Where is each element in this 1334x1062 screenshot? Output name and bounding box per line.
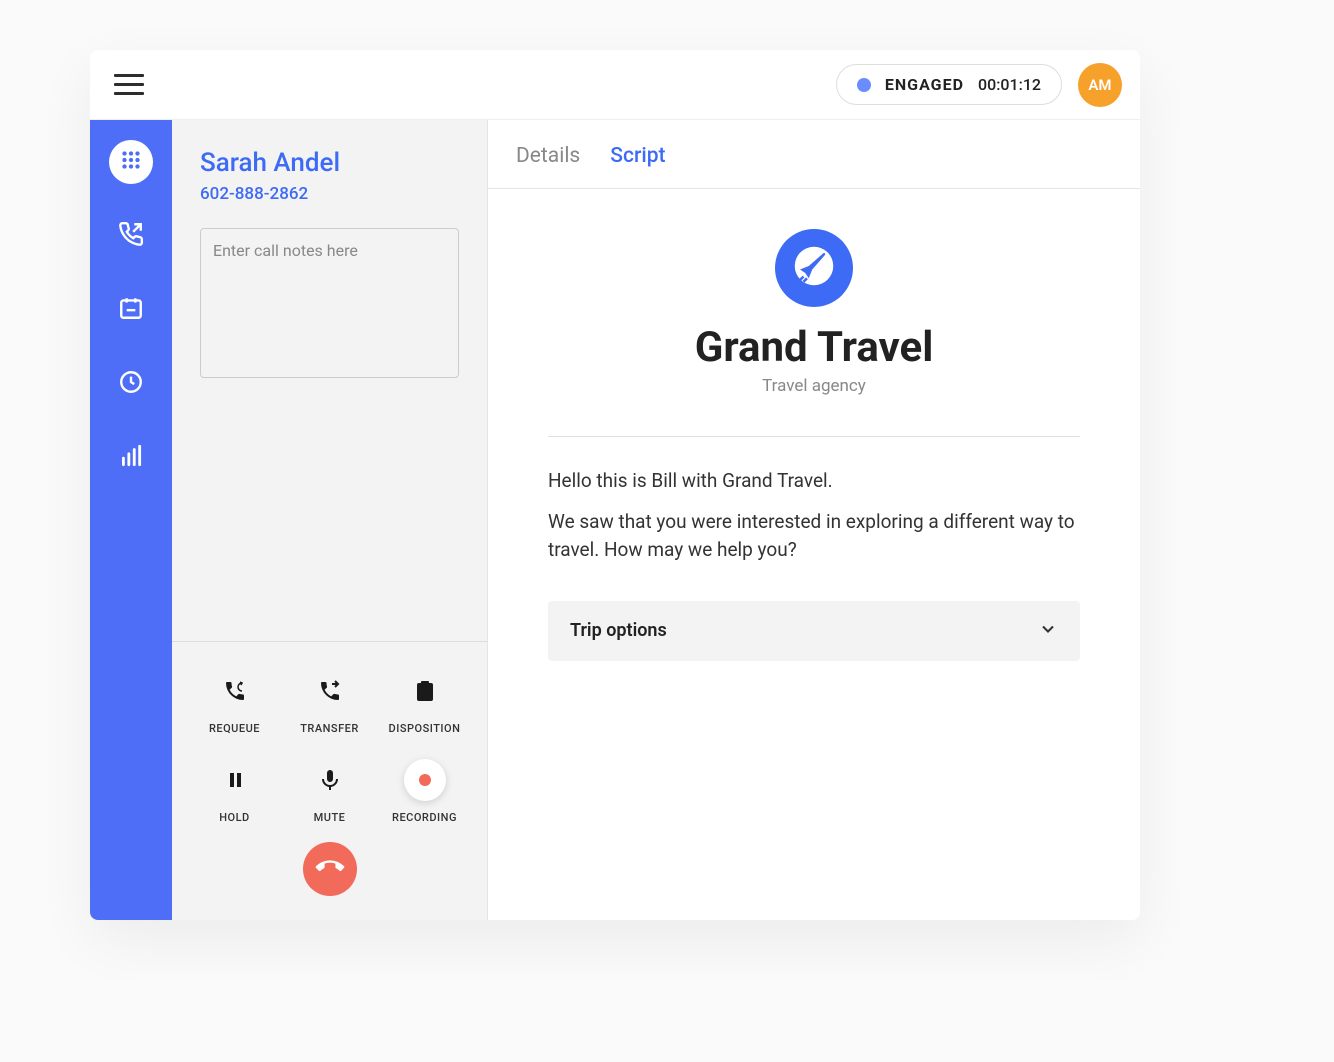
company-subtitle: Travel agency [548, 376, 1080, 396]
tabs: Details Script [488, 120, 1140, 189]
call-controls: REQUEUE TRANSFER DISPOSITION [172, 641, 487, 920]
status-label: ENGAGED [885, 75, 964, 94]
script-line-1: Hello this is Bill with Grand Travel. [548, 467, 1080, 496]
accordion-title: Trip options [570, 620, 667, 641]
requeue-label: REQUEUE [209, 722, 260, 735]
company-logo [775, 229, 853, 307]
transfer-icon [309, 670, 351, 712]
tab-details[interactable]: Details [516, 144, 580, 168]
main-content: Details Script Grand Travel Travel agenc… [488, 120, 1140, 920]
call-notes-input[interactable] [200, 228, 459, 378]
avatar[interactable]: AM [1078, 63, 1122, 107]
sidebar-item-dialpad[interactable] [109, 140, 153, 184]
phone-hangup-icon [316, 853, 344, 885]
menu-button[interactable] [108, 68, 150, 101]
sidebar-item-stats[interactable] [109, 436, 153, 480]
hold-button[interactable]: HOLD [192, 759, 277, 824]
mute-label: MUTE [314, 811, 346, 824]
hangup-button[interactable] [303, 842, 357, 896]
hold-label: HOLD [219, 811, 250, 824]
header: ENGAGED 00:01:12 AM [90, 50, 1140, 120]
script-line-2: We saw that you were interested in explo… [548, 508, 1080, 565]
status-dot-icon [857, 78, 871, 92]
recording-label: RECORDING [392, 811, 457, 824]
app-window: ENGAGED 00:01:12 AM [90, 50, 1140, 920]
microphone-icon [309, 759, 351, 801]
script-text: Hello this is Bill with Grand Travel. We… [548, 467, 1080, 565]
sidebar [90, 120, 172, 920]
dialpad-icon [118, 147, 144, 177]
sidebar-item-outbound[interactable] [109, 214, 153, 258]
requeue-icon [214, 670, 256, 712]
caller-phone: 602-888-2862 [200, 184, 459, 204]
pause-icon [214, 759, 256, 801]
disposition-button[interactable]: DISPOSITION [382, 670, 467, 735]
header-right: ENGAGED 00:01:12 AM [836, 63, 1122, 107]
caller-name: Sarah Andel [200, 148, 459, 178]
tab-script[interactable]: Script [610, 144, 665, 168]
plane-icon [793, 245, 835, 291]
clipboard-icon [404, 670, 446, 712]
call-timer: 00:01:12 [978, 75, 1041, 94]
clock-icon [118, 369, 144, 399]
record-icon [404, 759, 446, 801]
chevron-down-icon [1038, 619, 1058, 643]
recording-button[interactable]: RECORDING [382, 759, 467, 824]
status-pill[interactable]: ENGAGED 00:01:12 [836, 64, 1062, 105]
bar-chart-icon [118, 443, 144, 473]
script-body: Grand Travel Travel agency Hello this is… [488, 189, 1140, 701]
transfer-button[interactable]: TRANSFER [287, 670, 372, 735]
call-panel: Sarah Andel 602-888-2862 REQUEUE [172, 120, 488, 920]
company-header: Grand Travel Travel agency [548, 229, 1080, 396]
transfer-label: TRANSFER [300, 722, 359, 735]
divider [548, 436, 1080, 437]
sidebar-item-history[interactable] [109, 362, 153, 406]
call-info: Sarah Andel 602-888-2862 [172, 120, 487, 641]
disposition-label: DISPOSITION [389, 722, 461, 735]
phone-outgoing-icon [118, 221, 144, 251]
calendar-icon [118, 295, 144, 325]
sidebar-item-schedule[interactable] [109, 288, 153, 332]
mute-button[interactable]: MUTE [287, 759, 372, 824]
requeue-button[interactable]: REQUEUE [192, 670, 277, 735]
company-name: Grand Travel [548, 323, 1080, 372]
trip-options-accordion[interactable]: Trip options [548, 601, 1080, 661]
